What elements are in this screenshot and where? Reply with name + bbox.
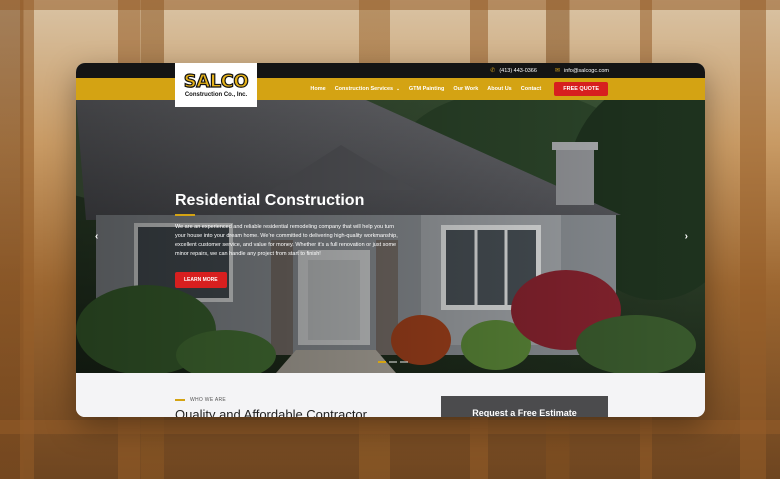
email-address: info@salcogc.com [563, 67, 609, 74]
hero-slider: Residential Construction We are an exper… [76, 100, 705, 373]
hero-description: We are an experienced and reliable resid… [175, 224, 398, 257]
chevron-left-icon[interactable]: ‹ [95, 231, 98, 242]
browser-page: ✆ (413) 443-0366 ✉ info@salcogc.com Home… [76, 63, 705, 417]
main-navigation: Home Construction Services ⌄ GTM Painting… [76, 78, 705, 100]
chevron-down-icon: ⌄ [396, 86, 400, 91]
chevron-right-icon[interactable]: › [685, 231, 688, 242]
background-beam [0, 0, 780, 10]
slider-pagination [378, 361, 408, 363]
background-beam [20, 0, 34, 479]
nav-item-label: Construction Services [334, 86, 394, 92]
eyebrow-bar [175, 399, 185, 401]
nav-item-construction-services[interactable]: Construction Services ⌄ [335, 86, 400, 92]
email-icon: ✉ [554, 68, 560, 74]
nav-item-our-work[interactable]: Our Work [453, 86, 478, 92]
phone-number: (413) 443-0366 [499, 67, 537, 74]
logo-subtitle: Construction Co., Inc. [184, 91, 248, 98]
slider-dot[interactable] [389, 361, 397, 363]
section-eyebrow: WHO WE ARE [175, 397, 226, 403]
hero-content: Residential Construction We are an exper… [175, 192, 405, 288]
section-title: Quality and Affordable Contractor [175, 407, 367, 417]
estimate-card[interactable]: Request a Free Estimate [441, 396, 608, 417]
phone-link[interactable]: ✆ (413) 443-0366 [490, 67, 537, 75]
nav-item-about-us[interactable]: About Us [487, 86, 511, 92]
nav-item-gtm-painting[interactable]: GTM Painting [409, 86, 444, 92]
phone-icon: ✆ [490, 68, 496, 74]
background-beam [0, 420, 780, 434]
slider-dot[interactable] [400, 361, 408, 363]
nav-menu: Home Construction Services ⌄ GTM Painting… [310, 86, 541, 92]
hero-title-underline [175, 214, 195, 216]
slider-dot[interactable] [378, 361, 386, 363]
learn-more-button[interactable]: LEARN MORE [175, 272, 227, 288]
background-beam [740, 0, 766, 479]
email-link[interactable]: ✉ info@salcogc.com [554, 67, 609, 75]
top-contact-bar: ✆ (413) 443-0366 ✉ info@salcogc.com [76, 63, 705, 78]
hero-title: Residential Construction [175, 192, 365, 209]
estimate-card-title: Request a Free Estimate [472, 408, 577, 417]
nav-item-home[interactable]: Home [310, 86, 325, 92]
site-logo[interactable]: SALCO Construction Co., Inc. [175, 63, 257, 107]
nav-item-contact[interactable]: Contact [521, 86, 541, 92]
logo-wordmark: SALCO [183, 70, 249, 92]
free-quote-button[interactable]: FREE QUOTE [554, 82, 608, 96]
eyebrow-label: WHO WE ARE [190, 397, 227, 403]
about-section: WHO WE ARE Quality and Affordable Contra… [76, 373, 705, 417]
